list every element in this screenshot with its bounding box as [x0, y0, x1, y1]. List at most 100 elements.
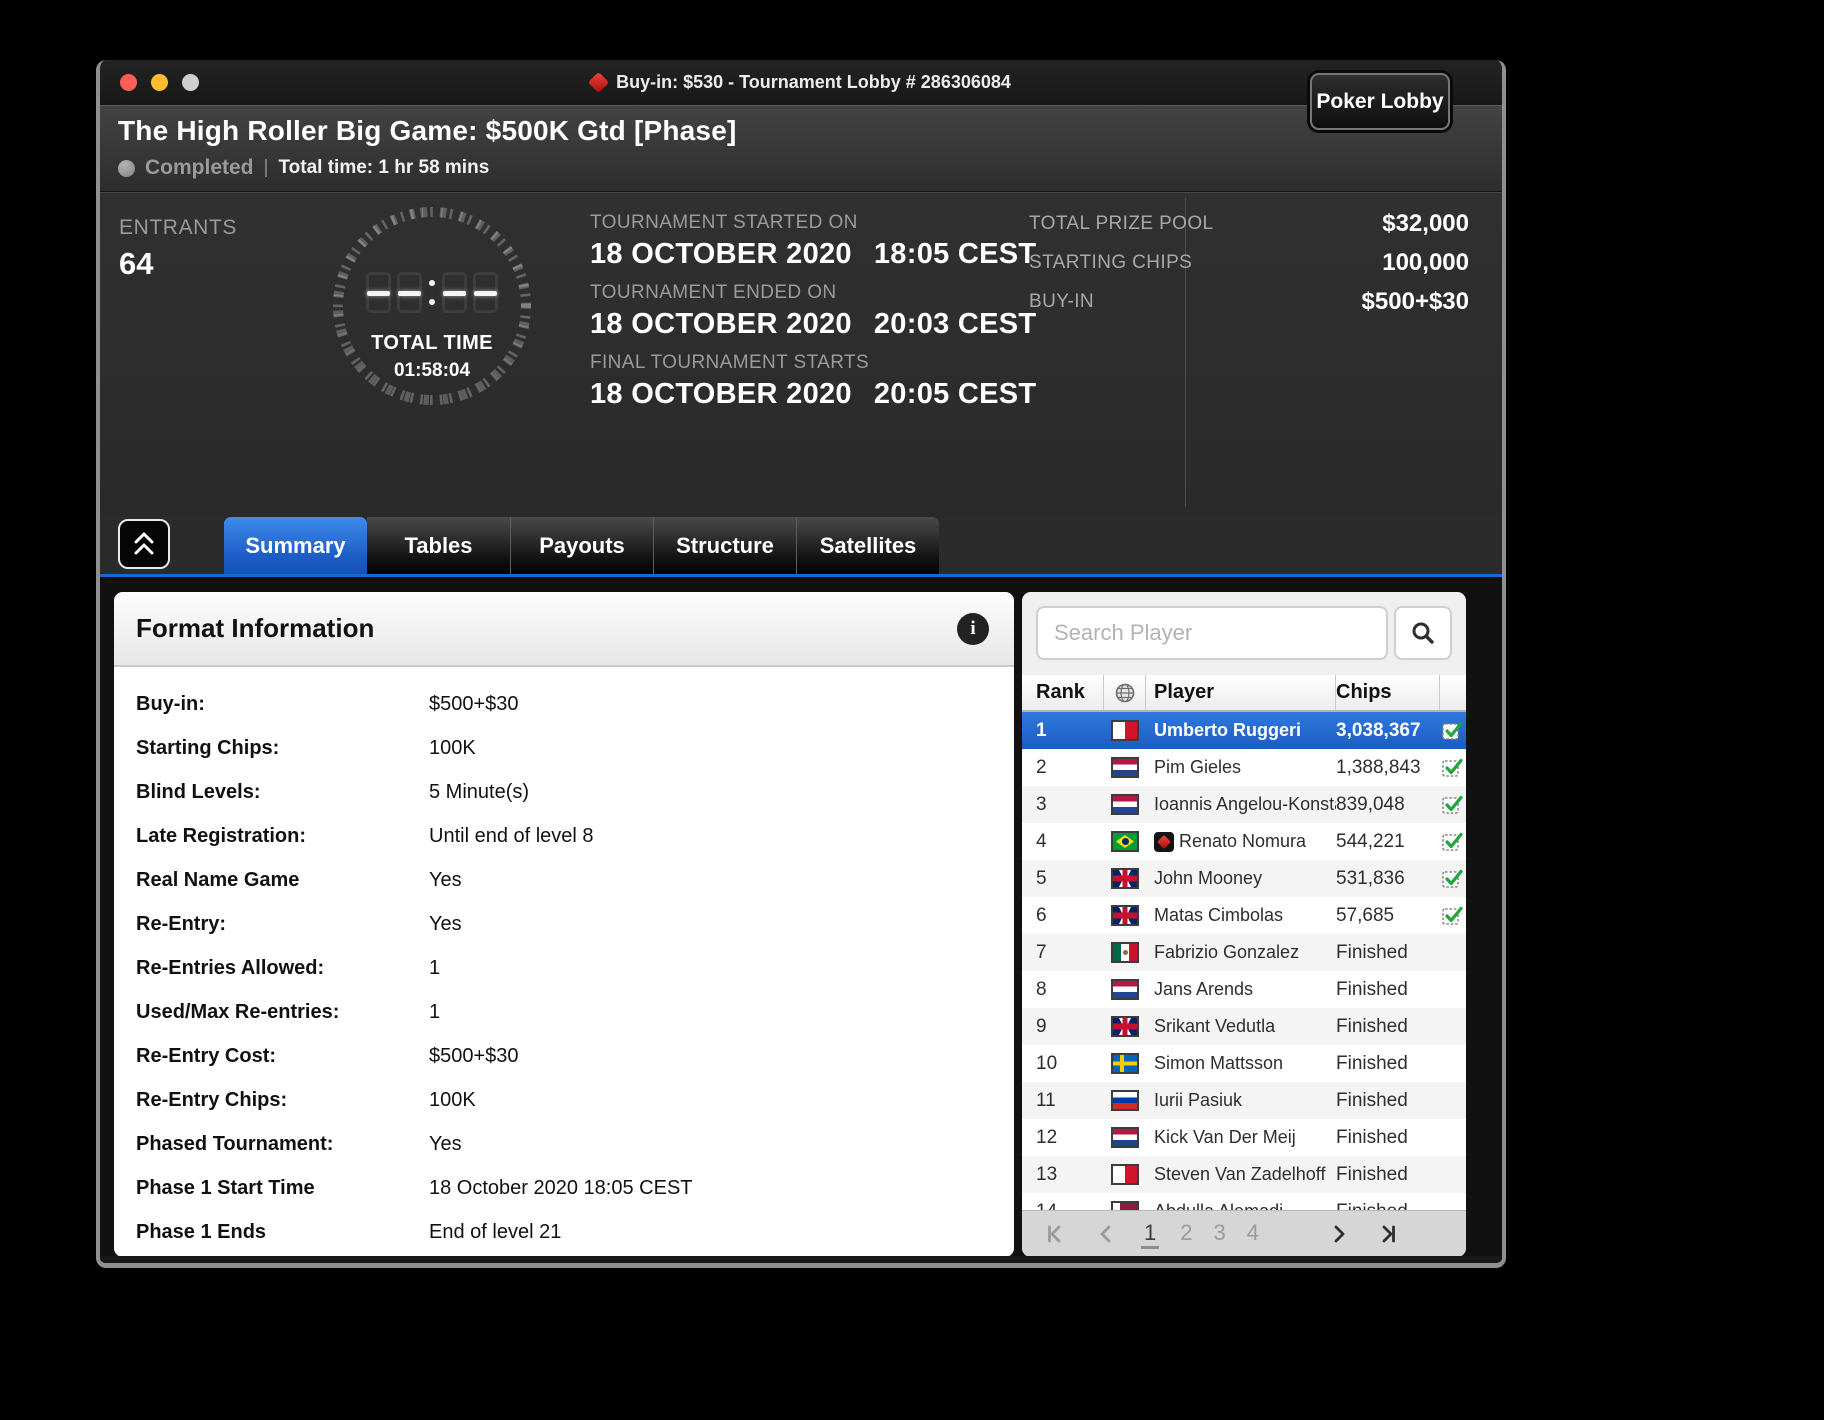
search-player-input[interactable] — [1036, 606, 1388, 660]
player-row[interactable]: 13 Steven Van Zadelhoff Finished — [1022, 1156, 1466, 1193]
player-row[interactable]: 12 Kick Van Der Meij Finished — [1022, 1119, 1466, 1156]
format-info-label: Real Name Game — [136, 868, 300, 891]
player-row[interactable]: 7 Fabrizio Gonzalez Finished — [1022, 934, 1466, 971]
status-row: Completed | Total time: 1 hr 58 mins — [118, 156, 1502, 180]
content-area: Format Information i Buy-in: $500+$30 St… — [100, 577, 1502, 1263]
poker-lobby-button[interactable]: Poker Lobby — [1310, 73, 1450, 130]
format-info-row: Late Registration: Until end of level 8 — [114, 814, 1014, 858]
rank-column-header[interactable]: Rank — [1022, 675, 1104, 710]
player-row[interactable]: 6 Matas Cimbolas 57,685 — [1022, 897, 1466, 934]
first-page-button[interactable] — [1042, 1217, 1070, 1251]
player-name: Matas Cimbolas — [1154, 905, 1284, 925]
format-info-label: Blind Levels: — [136, 780, 261, 803]
registered-check-icon — [1440, 897, 1466, 934]
page-number[interactable]: 1 — [1141, 1220, 1160, 1249]
player-row[interactable]: 10 Simon Mattsson Finished — [1022, 1045, 1466, 1082]
player-row[interactable]: 14 Abdulla Alemadi Finished — [1022, 1193, 1466, 1210]
status-separator: | — [263, 157, 269, 178]
player-rank: 1 — [1036, 719, 1047, 741]
previous-page-button[interactable] — [1092, 1217, 1120, 1251]
player-name-cell: Steven Van Zadelhoff — [1146, 1156, 1336, 1193]
schedule-item: TOURNAMENT ENDED ON 18 OCTOBER 2020 20:03… — [590, 282, 1036, 341]
player-row[interactable]: 2 Pim Gieles 1,388,843 — [1022, 749, 1466, 786]
registered-check-icon — [1440, 1082, 1466, 1119]
country-flag-icon — [1111, 979, 1139, 1000]
digital-clock-display — [366, 272, 498, 313]
page-number[interactable]: 2 — [1180, 1220, 1192, 1249]
country-flag-icon — [1111, 720, 1139, 741]
total-time-clock: TOTAL TIME 01:58:04 — [326, 194, 538, 494]
collapse-panel-button[interactable] — [118, 519, 170, 569]
player-row[interactable]: 9 Srikant Vedutla Finished — [1022, 1008, 1466, 1045]
player-rank: 2 — [1036, 756, 1047, 778]
player-row[interactable]: 4 Renato Nomura 544,221 — [1022, 823, 1466, 860]
entrants-label: ENTRANTS — [119, 216, 237, 239]
entrants-block: ENTRANTS 64 — [119, 216, 237, 282]
tab[interactable]: Payouts — [510, 517, 653, 574]
tournament-title: The High Roller Big Game: $500K Gtd [Pha… — [118, 115, 737, 146]
player-name-cell: Simon Mattsson — [1146, 1045, 1336, 1082]
country-column-header[interactable] — [1104, 675, 1146, 710]
schedule-time: 20:03 CEST — [873, 308, 1037, 340]
player-row[interactable]: 1 Umberto Ruggeri 3,038,367 — [1022, 712, 1466, 749]
player-rank: 6 — [1036, 904, 1047, 926]
registered-check-icon — [1440, 786, 1466, 823]
status-dot-icon — [118, 159, 135, 177]
tournament-overview: ENTRANTS 64 TOTAL TIME 01:58:04 TOURNAME… — [100, 191, 1502, 517]
tab[interactable]: Summary — [224, 517, 367, 574]
globe-icon — [1115, 683, 1134, 702]
player-country — [1104, 1119, 1146, 1156]
player-chips: Finished — [1336, 1015, 1408, 1037]
format-info-value: 5 Minute(s) — [429, 780, 530, 803]
schedule-item: TOURNAMENT STARTED ON 18 OCTOBER 2020 18:… — [590, 212, 1036, 271]
close-window-button[interactable] — [120, 74, 137, 91]
minimize-window-button[interactable] — [151, 74, 168, 91]
player-row[interactable]: 11 Iurii Pasiuk Finished — [1022, 1082, 1466, 1119]
format-info-label: Used/Max Re-entries: — [136, 1000, 340, 1023]
player-country — [1104, 1008, 1146, 1045]
player-name-cell: Iurii Pasiuk — [1146, 1082, 1336, 1119]
stat-row: BUY-IN $500+$30 — [1029, 288, 1469, 316]
player-name: Umberto Ruggeri — [1154, 720, 1302, 740]
country-flag-icon — [1111, 1164, 1139, 1185]
format-info-value: Yes — [429, 1132, 462, 1155]
player-row[interactable]: 3 Ioannis Angelou-Konstas 839,048 — [1022, 786, 1466, 823]
tab[interactable]: Structure — [653, 517, 796, 574]
info-icon[interactable]: i — [957, 613, 989, 645]
player-chips: Finished — [1336, 941, 1408, 963]
page-number[interactable]: 4 — [1247, 1220, 1259, 1249]
player-row[interactable]: 5 John Mooney 531,836 — [1022, 860, 1466, 897]
player-name-cell: Jans Arends — [1146, 971, 1336, 1008]
player-column-header[interactable]: Player — [1146, 675, 1336, 710]
player-chips: 531,836 — [1336, 867, 1405, 889]
page-number[interactable]: 3 — [1214, 1220, 1226, 1249]
format-info-value: 18 October 2020 18:05 CEST — [429, 1176, 693, 1199]
player-name-cell: Abdulla Alemadi — [1146, 1193, 1336, 1210]
player-name: Fabrizio Gonzalez — [1154, 942, 1300, 962]
tab[interactable]: Satellites — [796, 517, 939, 574]
player-rank: 11 — [1036, 1089, 1056, 1111]
schedule-date: 18 OCTOBER 2020 — [590, 378, 852, 410]
player-chips: 57,685 — [1336, 904, 1395, 926]
registered-check-icon — [1440, 1156, 1466, 1193]
player-name-cell: Matas Cimbolas — [1146, 897, 1336, 934]
format-info-label: Starting Chips: — [136, 736, 280, 759]
player-row[interactable]: 8 Jans Arends Finished — [1022, 971, 1466, 1008]
player-rank: 10 — [1036, 1052, 1058, 1074]
pagination-bar: 1 2 3 4 — [1022, 1210, 1466, 1257]
tab[interactable]: Tables — [367, 517, 510, 574]
search-button[interactable] — [1394, 606, 1452, 660]
zoom-window-button[interactable] — [182, 74, 199, 91]
format-info-label: Buy-in: — [136, 692, 205, 715]
player-name-cell: Fabrizio Gonzalez — [1146, 934, 1336, 971]
schedule-datetime: 18 OCTOBER 2020 20:05 CEST — [590, 378, 1036, 411]
next-page-button[interactable] — [1325, 1217, 1353, 1251]
format-info-label: Re-Entry Chips: — [136, 1088, 288, 1111]
registered-check-icon — [1440, 749, 1466, 786]
format-info-row: Phase 1 Start Time 18 October 2020 18:05… — [114, 1166, 1014, 1210]
format-info-label: Phase 1 Ends — [136, 1220, 267, 1243]
last-page-button[interactable] — [1373, 1217, 1401, 1251]
tab-label: Satellites — [819, 532, 917, 558]
title-bar: Buy-in: $530 - Tournament Lobby # 286306… — [100, 60, 1502, 105]
chips-column-header[interactable]: Chips — [1336, 675, 1440, 710]
